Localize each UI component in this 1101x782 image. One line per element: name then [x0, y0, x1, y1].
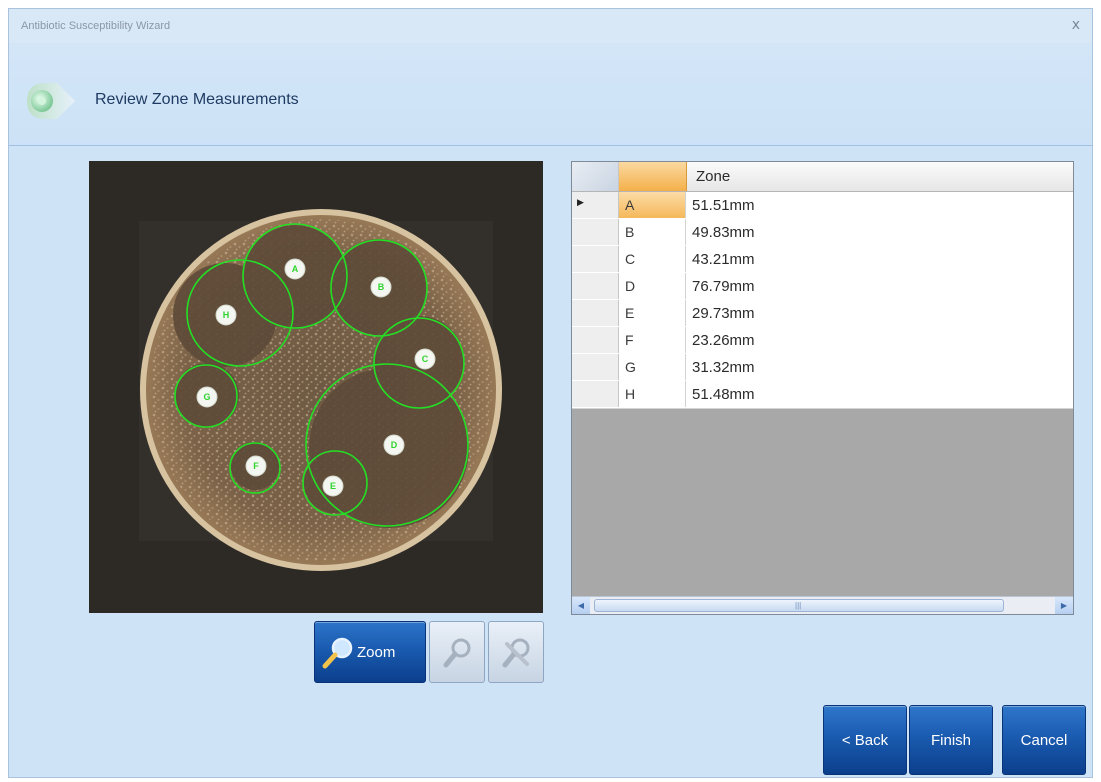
cancel-button[interactable]: Cancel	[1002, 705, 1086, 775]
zone-label: A	[292, 264, 299, 274]
step-arrow-icon	[27, 83, 75, 119]
zone-cell[interactable]: 51.51mm	[692, 197, 755, 214]
scroll-grip-icon: |||	[795, 601, 802, 610]
row-selector[interactable]	[572, 219, 619, 245]
wizard-window: Antibiotic Susceptibility Wizard x Revie…	[8, 8, 1093, 778]
zone-label: C	[422, 354, 429, 364]
magnifier-icon	[322, 637, 353, 669]
scroll-left-icon[interactable]: ◀	[572, 597, 590, 614]
zone-column-header[interactable]: Zone	[696, 168, 730, 185]
back-button[interactable]: < Back	[823, 705, 907, 775]
row-name-cell[interactable]: G	[619, 354, 686, 380]
table-row[interactable]: B 49.83mm	[572, 219, 1073, 247]
zone-label: G	[203, 392, 210, 402]
row-name-cell[interactable]: C	[619, 246, 686, 272]
zone-label: E	[330, 481, 336, 491]
zone-label: D	[391, 440, 398, 450]
table-row[interactable]: G 31.32mm	[572, 354, 1073, 382]
reset-zoom-button[interactable]	[488, 621, 544, 683]
row-name-cell[interactable]: H	[619, 381, 686, 407]
grid-name-column-header[interactable]	[619, 162, 687, 191]
zone-cell[interactable]: 31.32mm	[692, 359, 755, 376]
row-selector[interactable]	[572, 273, 619, 299]
row-selector[interactable]	[572, 246, 619, 272]
table-row[interactable]: ▶ A 51.51mm	[572, 192, 1073, 220]
page-title: Review Zone Measurements	[95, 91, 299, 108]
zoom-label: Zoom	[357, 644, 396, 661]
row-selector[interactable]	[572, 381, 619, 407]
zone-cell[interactable]: 49.83mm	[692, 224, 755, 241]
cross-magnifier-disabled-icon	[502, 638, 530, 668]
zone-cell[interactable]: 23.26mm	[692, 332, 755, 349]
table-row[interactable]: E 29.73mm	[572, 300, 1073, 328]
grid-header-row: Zone	[572, 162, 1073, 192]
horizontal-scrollbar[interactable]: ◀ ||| ▶	[572, 596, 1073, 614]
zone-label: H	[223, 310, 230, 320]
row-selector[interactable]	[572, 354, 619, 380]
zoom-button[interactable]: Zoom	[314, 621, 426, 683]
zone-label: B	[378, 282, 385, 292]
row-name-cell[interactable]: B	[619, 219, 686, 245]
grid-corner[interactable]	[572, 162, 619, 191]
plate-image[interactable]: H A B C D E G F	[89, 161, 543, 613]
row-name-cell[interactable]: D	[619, 273, 686, 299]
table-row[interactable]: C 43.21mm	[572, 246, 1073, 274]
window-title: Antibiotic Susceptibility Wizard	[21, 20, 171, 32]
row-name-cell[interactable]: E	[619, 300, 686, 326]
wizard-header: Review Zone Measurements	[9, 43, 1092, 146]
zone-cell[interactable]: 51.48mm	[692, 386, 755, 403]
title-bar: Antibiotic Susceptibility Wizard x	[9, 9, 1092, 43]
row-name-cell[interactable]: A	[619, 192, 686, 218]
row-selector[interactable]	[572, 327, 619, 353]
magnifier-disabled-icon	[443, 638, 471, 668]
zone-cell[interactable]: 29.73mm	[692, 305, 755, 322]
row-selector[interactable]: ▶	[572, 192, 619, 218]
zone-cell[interactable]: 43.21mm	[692, 251, 755, 268]
finish-button[interactable]: Finish	[909, 705, 993, 775]
zoom-out-button[interactable]	[429, 621, 485, 683]
table-row[interactable]: H 51.48mm	[572, 381, 1073, 409]
zone-measurements-grid: Zone ▶ A 51.51mm B 49.83mm C 43.21mm D 7…	[571, 161, 1074, 615]
scrollbar-thumb[interactable]: |||	[594, 599, 1004, 612]
close-icon[interactable]: x	[1072, 17, 1080, 33]
table-row[interactable]: D 76.79mm	[572, 273, 1073, 301]
zone-cell[interactable]: 76.79mm	[692, 278, 755, 295]
row-name-cell[interactable]: F	[619, 327, 686, 353]
petri-dish-illustration: H A B C D E G F	[89, 161, 543, 613]
row-selector[interactable]	[572, 300, 619, 326]
table-row[interactable]: F 23.26mm	[572, 327, 1073, 355]
zone-label: F	[253, 461, 259, 471]
current-row-icon: ▶	[577, 198, 584, 208]
scroll-right-icon[interactable]: ▶	[1055, 597, 1073, 614]
